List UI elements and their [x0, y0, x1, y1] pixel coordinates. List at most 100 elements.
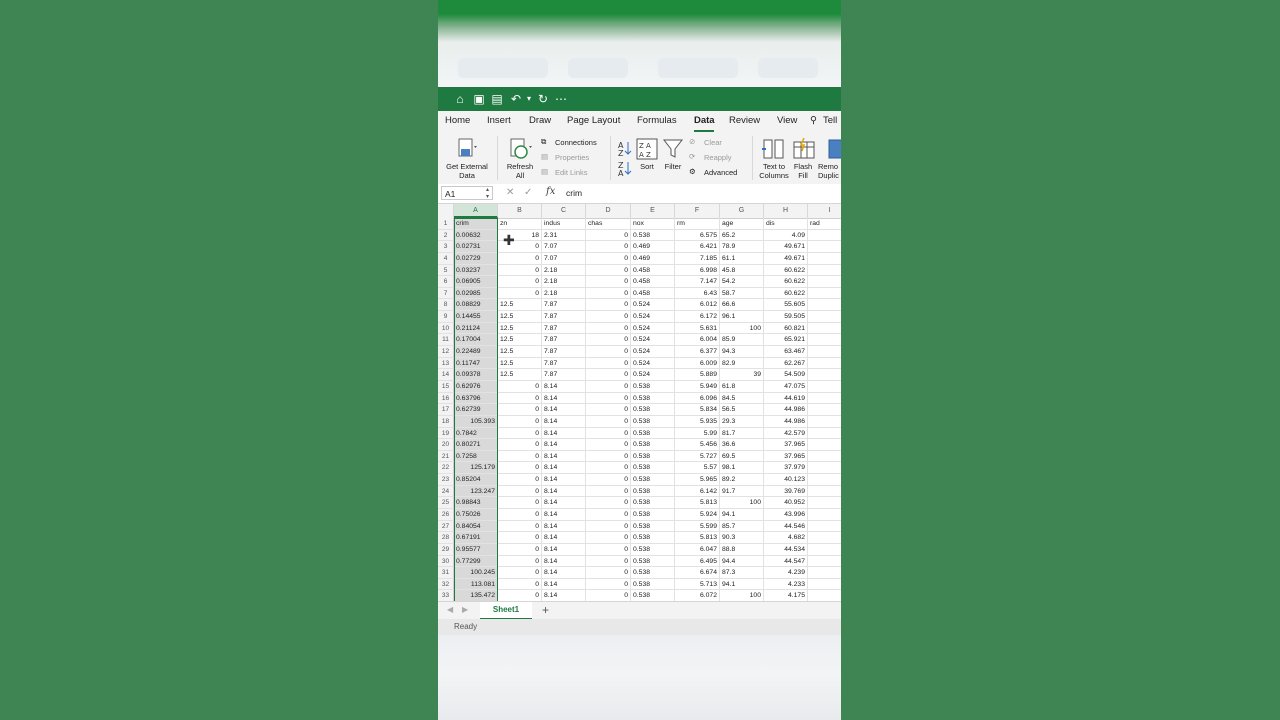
- cell-i26[interactable]: [808, 509, 841, 521]
- cell-i23[interactable]: [808, 474, 841, 486]
- cell-d9[interactable]: 0: [586, 311, 631, 323]
- cell-b16[interactable]: 0: [498, 392, 542, 405]
- cell-f31[interactable]: 6.674: [675, 567, 720, 579]
- cell-i4[interactable]: [808, 253, 841, 265]
- column-header-i[interactable]: I: [808, 204, 841, 218]
- cell-a14[interactable]: 0.09378: [454, 369, 498, 381]
- cell-c18[interactable]: 8.14: [542, 415, 586, 428]
- cell-g33[interactable]: 100: [720, 590, 764, 601]
- cell-d23[interactable]: 0: [586, 474, 631, 486]
- cell-e21[interactable]: 0.538: [631, 450, 675, 463]
- cell-f9[interactable]: 6.172: [675, 311, 720, 323]
- cell-b5[interactable]: 0: [498, 264, 542, 277]
- cell-a22[interactable]: 125.179: [454, 462, 498, 475]
- cell-e9[interactable]: 0.524: [631, 311, 675, 323]
- cell-f25[interactable]: 5.813: [675, 497, 720, 509]
- cell-g12[interactable]: 94.3: [720, 346, 764, 358]
- cell-e13[interactable]: 0.524: [631, 357, 675, 370]
- cell-f15[interactable]: 5.949: [675, 380, 720, 393]
- cell-b17[interactable]: 0: [498, 404, 542, 416]
- tab-review[interactable]: Review: [729, 115, 760, 126]
- cell-i18[interactable]: [808, 416, 841, 428]
- cell-a25[interactable]: 0.98843: [454, 497, 498, 509]
- cell-b11[interactable]: 12.5: [498, 334, 542, 347]
- cell-h25[interactable]: 40.952: [764, 497, 808, 509]
- cell-b4[interactable]: 0: [498, 252, 542, 265]
- cell-d3[interactable]: 0: [586, 241, 631, 253]
- column-header-h[interactable]: H: [764, 204, 808, 218]
- cell-f13[interactable]: 6.009: [675, 357, 720, 370]
- tab-home[interactable]: Home: [445, 115, 470, 126]
- cell-i2[interactable]: [808, 230, 841, 242]
- cell-c11[interactable]: 7.87: [542, 334, 586, 347]
- cell-f30[interactable]: 6.495: [675, 555, 720, 568]
- cell-h11[interactable]: 65.921: [764, 334, 808, 347]
- properties-button[interactable]: Properties: [555, 153, 589, 162]
- cell-e5[interactable]: 0.458: [631, 264, 675, 277]
- cell-a18[interactable]: 105.393: [454, 415, 498, 428]
- cell-a8[interactable]: 0.08829: [454, 299, 498, 312]
- cell-d1[interactable]: chas: [586, 218, 631, 230]
- cell-f14[interactable]: 5.889: [675, 369, 720, 381]
- cell-e2[interactable]: 0.538: [631, 229, 675, 242]
- cell-h6[interactable]: 60.622: [764, 276, 808, 288]
- cell-b10[interactable]: 12.5: [498, 322, 542, 335]
- cell-f26[interactable]: 5.924: [675, 509, 720, 521]
- cell-f19[interactable]: 5.99: [675, 427, 720, 440]
- column-header-g[interactable]: G: [720, 204, 764, 218]
- cell-g17[interactable]: 56.5: [720, 404, 764, 416]
- cell-i19[interactable]: [808, 428, 841, 440]
- cell-d5[interactable]: 0: [586, 264, 631, 277]
- cell-d26[interactable]: 0: [586, 509, 631, 521]
- cell-c4[interactable]: 7.07: [542, 252, 586, 265]
- cell-d31[interactable]: 0: [586, 567, 631, 579]
- row-header[interactable]: 9: [438, 311, 454, 323]
- cell-b31[interactable]: 0: [498, 567, 542, 579]
- cell-a1[interactable]: crim: [454, 218, 498, 230]
- cell-d2[interactable]: 0: [586, 229, 631, 242]
- cell-d11[interactable]: 0: [586, 334, 631, 347]
- column-header-c[interactable]: C: [542, 204, 586, 218]
- cell-i24[interactable]: [808, 486, 841, 498]
- cell-g6[interactable]: 54.2: [720, 276, 764, 288]
- cell-h4[interactable]: 49.671: [764, 252, 808, 265]
- cell-a3[interactable]: 0.02731: [454, 241, 498, 253]
- tab-insert[interactable]: Insert: [487, 115, 511, 126]
- row-header[interactable]: 26: [438, 509, 454, 521]
- cell-d13[interactable]: 0: [586, 357, 631, 370]
- cell-b7[interactable]: 0: [498, 287, 542, 300]
- cell-i5[interactable]: [808, 265, 841, 277]
- cell-d10[interactable]: 0: [586, 322, 631, 335]
- cell-f7[interactable]: 6.43: [675, 287, 720, 300]
- cell-b27[interactable]: 0: [498, 520, 542, 533]
- cell-d33[interactable]: 0: [586, 590, 631, 601]
- row-header[interactable]: 14: [438, 369, 454, 381]
- cell-c9[interactable]: 7.87: [542, 311, 586, 323]
- edit-links-button[interactable]: Edit Links: [555, 168, 588, 177]
- cell-b14[interactable]: 12.5: [498, 369, 542, 381]
- cell-e25[interactable]: 0.538: [631, 497, 675, 509]
- save-icon[interactable]: ▣: [471, 91, 487, 107]
- cell-f28[interactable]: 5.813: [675, 532, 720, 544]
- cell-e8[interactable]: 0.524: [631, 299, 675, 312]
- cell-e4[interactable]: 0.469: [631, 252, 675, 265]
- cell-e11[interactable]: 0.524: [631, 334, 675, 347]
- cell-c25[interactable]: 8.14: [542, 497, 586, 509]
- cell-e7[interactable]: 0.458: [631, 287, 675, 300]
- cell-g2[interactable]: 65.2: [720, 229, 764, 242]
- row-header[interactable]: 29: [438, 543, 454, 556]
- cell-c24[interactable]: 8.14: [542, 485, 586, 498]
- cell-i28[interactable]: [808, 532, 841, 544]
- cell-d4[interactable]: 0: [586, 252, 631, 265]
- tab-data[interactable]: Data: [694, 115, 715, 126]
- cell-b32[interactable]: 0: [498, 578, 542, 591]
- cell-h22[interactable]: 37.979: [764, 462, 808, 475]
- cell-c28[interactable]: 8.14: [542, 532, 586, 544]
- row-header[interactable]: 15: [438, 380, 454, 393]
- cell-a29[interactable]: 0.95577: [454, 543, 498, 556]
- cell-a26[interactable]: 0.75026: [454, 509, 498, 521]
- cell-d24[interactable]: 0: [586, 485, 631, 498]
- insert-function-icon[interactable]: fx: [546, 186, 555, 197]
- cell-g5[interactable]: 45.8: [720, 264, 764, 277]
- cell-i27[interactable]: [808, 521, 841, 533]
